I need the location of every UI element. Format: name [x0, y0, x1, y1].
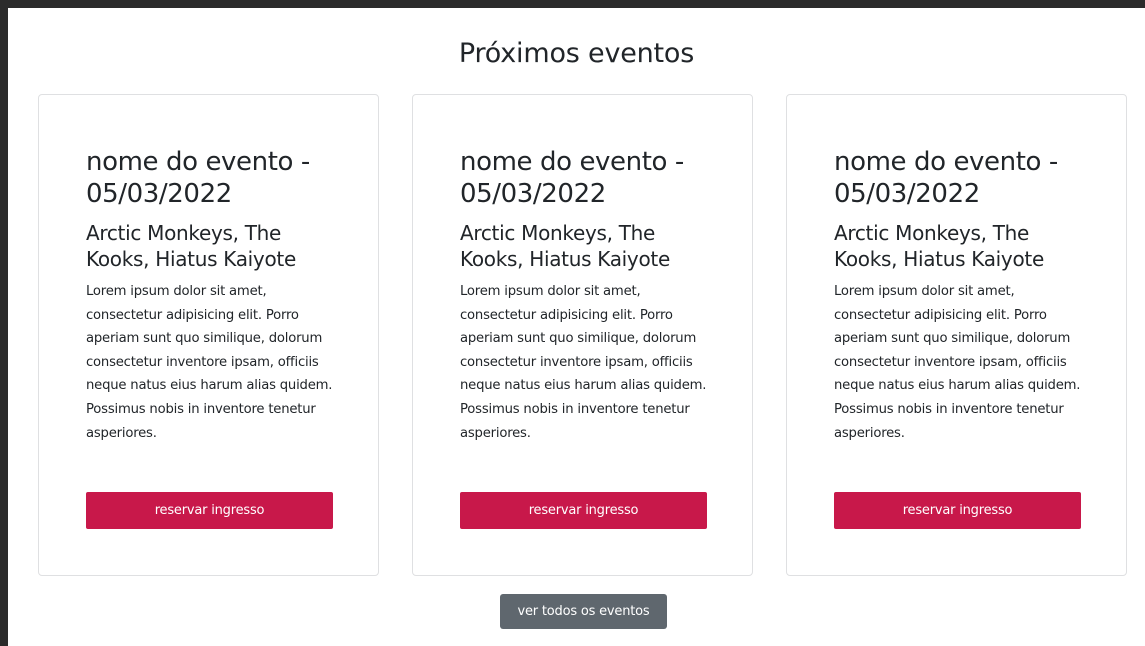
event-artists: Arctic Monkeys, The Kooks, Hiatus Kaiyot…	[834, 221, 1044, 271]
event-card: nome do evento - 05/03/2022 Arctic Monke…	[38, 94, 379, 576]
event-card-body: nome do evento - 05/03/2022 Arctic Monke…	[834, 146, 1084, 445]
reserve-ticket-button[interactable]: reservar ingresso	[86, 492, 333, 529]
events-section: Próximos eventos nome do evento - 05/03/…	[8, 8, 1145, 646]
event-title: nome do evento - 05/03/2022	[460, 147, 684, 209]
event-title: nome do evento - 05/03/2022	[834, 147, 1058, 209]
event-card: nome do evento - 05/03/2022 Arctic Monke…	[412, 94, 753, 576]
event-card-body: nome do evento - 05/03/2022 Arctic Monke…	[460, 146, 710, 445]
event-artists: Arctic Monkeys, The Kooks, Hiatus Kaiyot…	[460, 221, 670, 271]
event-description: Lorem ipsum dolor sit amet, consectetur …	[834, 284, 1081, 441]
event-title: nome do evento - 05/03/2022	[86, 147, 310, 209]
view-all-events-button[interactable]: ver todos os eventos	[500, 594, 667, 629]
event-description: Lorem ipsum dolor sit amet, consectetur …	[460, 284, 707, 441]
event-card-body: nome do evento - 05/03/2022 Arctic Monke…	[86, 146, 336, 445]
reserve-ticket-button[interactable]: reservar ingresso	[834, 492, 1081, 529]
event-description: Lorem ipsum dolor sit amet, consectetur …	[86, 284, 333, 441]
section-title: Próximos eventos	[458, 38, 695, 69]
reserve-ticket-button[interactable]: reservar ingresso	[460, 492, 707, 529]
event-card: nome do evento - 05/03/2022 Arctic Monke…	[786, 94, 1127, 576]
event-artists: Arctic Monkeys, The Kooks, Hiatus Kaiyot…	[86, 221, 296, 271]
